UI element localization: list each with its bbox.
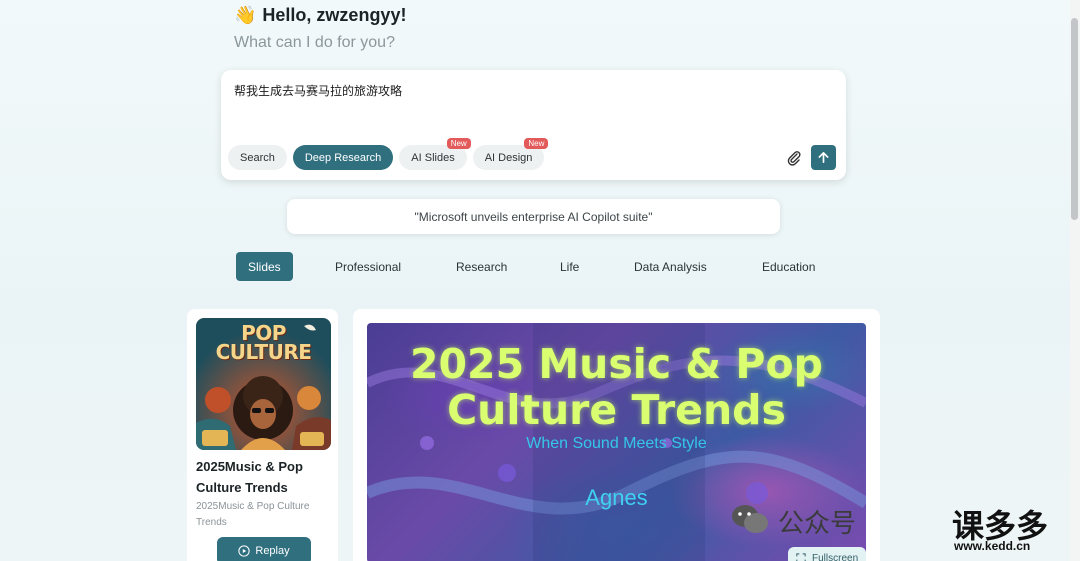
tab-life[interactable]: Life [560,252,579,281]
tab-data-analysis[interactable]: Data Analysis [634,252,707,281]
slide-subtitle: When Sound Meets Style [526,435,707,452]
new-badge: New [446,138,471,149]
slide-title: 2025 Music & Pop Culture Trends [409,340,823,434]
fullscreen-button[interactable]: Fullscreen [788,547,867,561]
tab-slides[interactable]: Slides [236,252,293,281]
deep-research-chip-label: Deep Research [304,151,382,164]
prompt-input[interactable]: 帮我生成去马赛马拉的旅游攻略 [234,82,402,99]
replay-button[interactable]: Replay [217,537,311,561]
tab-research[interactable]: Research [456,252,507,281]
paperclip-icon[interactable] [786,150,802,166]
search-chip[interactable]: Search [228,145,287,170]
replay-label: Replay [255,545,290,557]
card-subtitle: 2025Music & Pop Culture Trends [196,501,310,528]
greeting-subtitle: What can I do for you? [234,34,395,51]
fullscreen-label: Fullscreen [812,552,859,561]
news-ticker[interactable]: "Microsoft unveils enterprise AI Copilot… [287,199,780,234]
send-button[interactable] [811,145,836,170]
tab-professional[interactable]: Professional [335,252,401,281]
card-thumbnail: POP CULTURE [196,318,331,450]
waving-hand-icon: 👋 [234,4,257,25]
wechat-icon [730,503,770,541]
arrow-up-icon [818,152,829,163]
mode-chips: Search Deep Research AI Slides New AI De… [228,138,549,170]
ai-slides-chip-label: AI Slides [411,151,455,164]
greeting: 👋 Hello, zwzengyy! What can I do for you… [234,4,406,52]
new-badge: New [524,138,549,149]
watermark-url: www.kedd.cn [954,539,1031,553]
expand-icon [796,553,806,561]
deep-research-chip[interactable]: Deep Research [292,145,394,170]
search-chip-label: Search [240,151,275,164]
prompt-card: 帮我生成去马赛马拉的旅游攻略 Search Deep Research AI S… [221,70,846,180]
pop-art-illustration [196,324,331,450]
scrollbar[interactable] [1070,0,1080,561]
ai-design-chip-label: AI Design [484,151,533,164]
scrollbar-thumb[interactable] [1071,18,1078,220]
watermark-label: 公众号 [778,509,857,539]
tab-education[interactable]: Education [762,252,815,281]
card-title: 2025Music & Pop Culture Trends [196,459,303,495]
greeting-title-row: 👋 Hello, zwzengyy! [234,4,406,26]
ai-slides-chip[interactable]: AI Slides New [399,138,471,170]
example-card[interactable]: POP CULTURE 2025Music & Pop Culture Tren… [187,309,338,561]
ticker-text: "Microsoft unveils enterprise AI Copilot… [414,209,653,224]
play-circle-icon [238,545,251,557]
greeting-title: Hello, zwzengyy! [262,4,407,25]
ai-design-chip[interactable]: AI Design New [472,138,549,170]
